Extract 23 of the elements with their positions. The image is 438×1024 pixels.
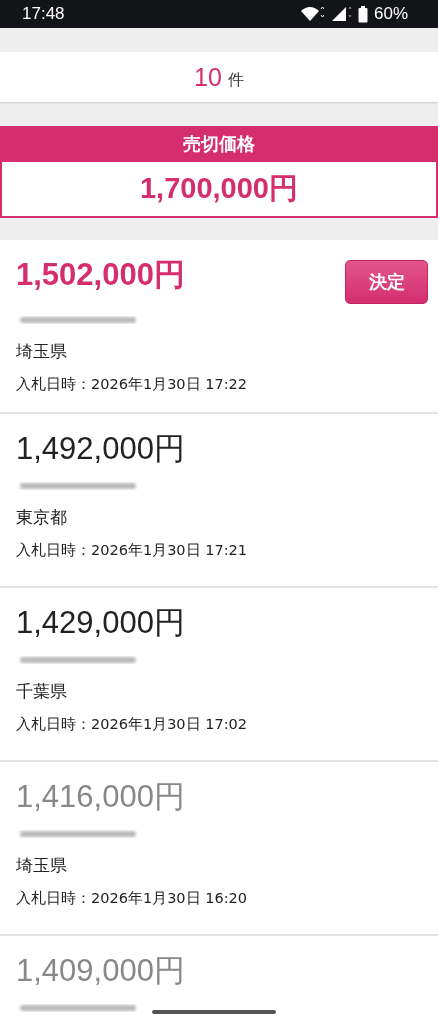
bid-price: 1,492,000円: [16, 430, 185, 468]
bidder-location: 埼玉県: [16, 340, 68, 363]
bidder-location: 埼玉県: [16, 854, 68, 877]
sell-price-header: 売切価格: [0, 126, 438, 162]
bid-time: 入札日時：2026年1月30日 17:21: [16, 541, 248, 560]
bidder-location: 東京都: [16, 506, 68, 529]
bid-time: 入札日時：2026年1月30日 16:20: [16, 889, 248, 908]
bid-price: 1,429,000円: [16, 604, 185, 642]
bidder-location: 千葉県: [16, 680, 68, 703]
battery-percent: 60%: [373, 4, 408, 24]
bid-price: 1,502,000円: [16, 256, 185, 294]
gesture-bar[interactable]: [152, 1010, 276, 1014]
status-time: 17:48: [22, 4, 65, 24]
sell-price-value: 1,700,000円: [0, 162, 438, 218]
bid-time: 入札日時：2026年1月30日 17:02: [16, 715, 248, 734]
bid-price: 1,416,000円: [16, 778, 185, 816]
bid-price: 1,409,000円: [16, 952, 185, 990]
count-unit: 件: [227, 69, 244, 91]
battery-icon: [357, 5, 368, 23]
decide-button[interactable]: 決定: [345, 260, 428, 304]
bid-time: 入札日時：2026年1月30日 17:22: [16, 375, 248, 394]
wifi-icon: [299, 6, 324, 22]
result-count: 10: [194, 62, 222, 92]
